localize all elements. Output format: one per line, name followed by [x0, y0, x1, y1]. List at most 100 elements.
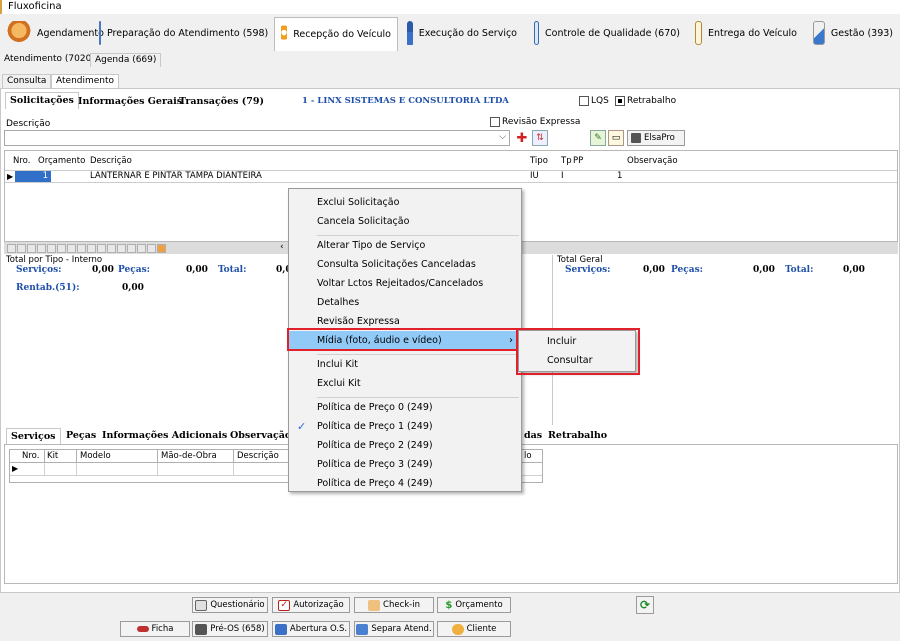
- folder-icon[interactable]: ▭: [608, 130, 624, 146]
- printer-icon: [195, 623, 208, 635]
- cell-pp[interactable]: 1: [617, 171, 622, 181]
- button-label: Orçamento: [455, 600, 503, 610]
- cell-tp[interactable]: I: [561, 171, 564, 181]
- view-tab-row: Consulta Atendimento: [0, 74, 900, 89]
- row-indicator-icon: ▶: [12, 464, 19, 473]
- ficha-button[interactable]: Ficha: [120, 621, 190, 637]
- grid-header-partial: lo: [524, 451, 532, 461]
- module-preparacao[interactable]: Preparação do Atendimento (598): [92, 17, 272, 49]
- module-gestao[interactable]: Gestão (393): [806, 17, 900, 49]
- tab-agenda[interactable]: Agenda (669): [90, 53, 162, 67]
- submenu-item-incluir[interactable]: Incluir: [519, 332, 635, 351]
- revisao-expressa-label: Revisão Expressa: [502, 117, 581, 127]
- total-label: Total:: [785, 265, 814, 275]
- servicos-label: Serviços:: [565, 265, 611, 275]
- tab-observacao[interactable]: Observação: [230, 430, 291, 441]
- menu-item-revisao-expressa[interactable]: Revisão Expressa: [289, 312, 521, 331]
- pre-os-button[interactable]: Pré-OS (658): [192, 621, 268, 637]
- orcamento-button[interactable]: $ Orçamento: [437, 597, 511, 613]
- checkbox-box: [615, 96, 625, 106]
- totals-left-panel: Total por Tipo - Interno Serviços: 0,00 …: [4, 255, 292, 425]
- menu-item-cancela-solicitacao[interactable]: Cancela Solicitação: [289, 212, 521, 231]
- sort-icon[interactable]: ⇅: [532, 130, 548, 146]
- tab-atendimento-count[interactable]: Atendimento (70200): [0, 53, 105, 67]
- cliente-button[interactable]: Cliente: [437, 621, 511, 637]
- menu-item-politica-2[interactable]: Política de Preço 2 (249): [289, 436, 521, 455]
- button-label: Check-in: [383, 600, 420, 610]
- submenu-item-consultar[interactable]: Consultar: [519, 351, 635, 370]
- tab-retrabalho[interactable]: Retrabalho: [548, 430, 607, 441]
- check-in-button[interactable]: Check-in: [354, 597, 434, 613]
- grid-header-descricao: Descrição: [90, 156, 132, 166]
- tab-informacoes-gerais[interactable]: Informações Gerais: [78, 94, 182, 109]
- lqs-checkbox[interactable]: LQS: [579, 96, 609, 106]
- module-label: Execução do Serviço: [418, 27, 517, 39]
- totals-right-title: Total Geral: [557, 255, 603, 265]
- retrabalho-checkbox[interactable]: Retrabalho: [615, 96, 676, 106]
- menu-item-politica-0[interactable]: Política de Preço 0 (249): [289, 398, 521, 417]
- module-bar: Agendamento Preparação do Atendimento (5…: [0, 15, 900, 51]
- tab-pecas[interactable]: Peças: [66, 430, 96, 441]
- menu-item-consulta-canceladas[interactable]: Consulta Solicitações Canceladas: [289, 255, 521, 274]
- abertura-os-button[interactable]: Abertura O.S.: [272, 621, 350, 637]
- descricao-combobox[interactable]: ⌵: [4, 130, 510, 146]
- menu-item-voltar-lctos[interactable]: Voltar Lctos Rejeitados/Cancelados: [289, 274, 521, 293]
- revisao-expressa-checkbox[interactable]: Revisão Expressa: [490, 117, 580, 127]
- separa-atend-button[interactable]: Separa Atend.: [354, 621, 434, 637]
- tab-consulta[interactable]: Consulta: [2, 74, 52, 88]
- chevron-down-icon: ⌵: [499, 132, 506, 142]
- menu-item-politica-3[interactable]: Política de Preço 3 (249): [289, 455, 521, 474]
- module-controle-qualidade[interactable]: Controle de Qualidade (670): [527, 17, 687, 49]
- checklist-icon: [695, 21, 703, 45]
- questionario-button[interactable]: Questionário: [192, 597, 268, 613]
- module-entrega[interactable]: Entrega do Veículo: [688, 17, 804, 49]
- dollar-icon: $: [445, 599, 453, 611]
- cell-descricao[interactable]: LANTERNAR E PINTAR TAMPA DIANTEIRA: [90, 171, 262, 181]
- tab-solicitacoes[interactable]: Solicitações: [5, 92, 79, 109]
- elsapro-label: ElsaPro: [644, 133, 675, 143]
- grid-header-tp: Tp: [561, 156, 572, 166]
- module-execucao[interactable]: Execução do Serviço: [400, 17, 524, 49]
- menu-item-exclui-solicitacao[interactable]: Exclui Solicitação: [289, 193, 521, 212]
- menu-item-alterar-tipo[interactable]: Alterar Tipo de Serviço: [289, 236, 521, 255]
- magnifier-icon: [534, 21, 539, 45]
- tab-atendimento[interactable]: Atendimento: [51, 74, 120, 89]
- car-icon: [136, 626, 149, 632]
- menu-item-inclui-kit[interactable]: Inclui Kit: [289, 355, 521, 374]
- location-pin-icon: [281, 22, 288, 47]
- refresh-icon[interactable]: ⟳: [636, 596, 654, 614]
- mechanic-icon: [274, 623, 287, 635]
- tab-transacoes[interactable]: Transações (79): [179, 94, 264, 109]
- autorizacao-button[interactable]: ✓ Autorização: [272, 597, 350, 613]
- nav-buttons[interactable]: [7, 243, 167, 254]
- module-recepcao[interactable]: Recepção do Veículo: [274, 17, 398, 51]
- menu-item-midia[interactable]: Mídia (foto, áudio e vídeo) ›: [289, 331, 521, 350]
- button-label: Ficha: [151, 624, 174, 634]
- menu-item-exclui-kit[interactable]: Exclui Kit: [289, 374, 521, 393]
- button-label: Pré-OS (658): [210, 624, 265, 634]
- cell-nro[interactable]: 1: [15, 171, 51, 182]
- button-label: Abertura O.S.: [289, 624, 348, 634]
- tab-informacoes-adicionais[interactable]: Informações Adicionais: [102, 430, 227, 441]
- scroll-left-icon[interactable]: ‹: [280, 242, 284, 252]
- menu-item-detalhes[interactable]: Detalhes: [289, 293, 521, 312]
- questionnaire-icon: [195, 599, 208, 611]
- menu-item-politica-1[interactable]: ✓ Política de Preço 1 (249): [289, 417, 521, 436]
- add-red-cross-icon[interactable]: ✚: [514, 130, 530, 146]
- mechanic-icon: [407, 21, 413, 45]
- totals-left-title: Total por Tipo - Interno: [6, 255, 103, 265]
- grid-header-mao-de-obra: Mão-de-Obra: [161, 451, 217, 461]
- button-label: Cliente: [466, 624, 497, 634]
- rentab-value: 0,00: [122, 283, 144, 293]
- grid-header-kit: Kit: [47, 451, 59, 461]
- retrabalho-label: Retrabalho: [627, 96, 677, 106]
- grid-header-orcamento: Orçamento: [38, 156, 86, 166]
- cell-tipo[interactable]: IU: [530, 171, 539, 181]
- kit-icon[interactable]: ✎: [590, 130, 606, 146]
- table-row[interactable]: ▶ 1 LANTERNAR E PINTAR TAMPA DIANTEIRA I…: [5, 170, 897, 183]
- row-indicator-icon: ▶: [7, 172, 14, 181]
- menu-item-politica-4[interactable]: Política de Preço 4 (249): [289, 474, 521, 493]
- tab-das[interactable]: das: [524, 430, 542, 441]
- elsapro-button[interactable]: ElsaPro: [627, 130, 685, 146]
- tab-servicos[interactable]: Serviços: [6, 428, 61, 444]
